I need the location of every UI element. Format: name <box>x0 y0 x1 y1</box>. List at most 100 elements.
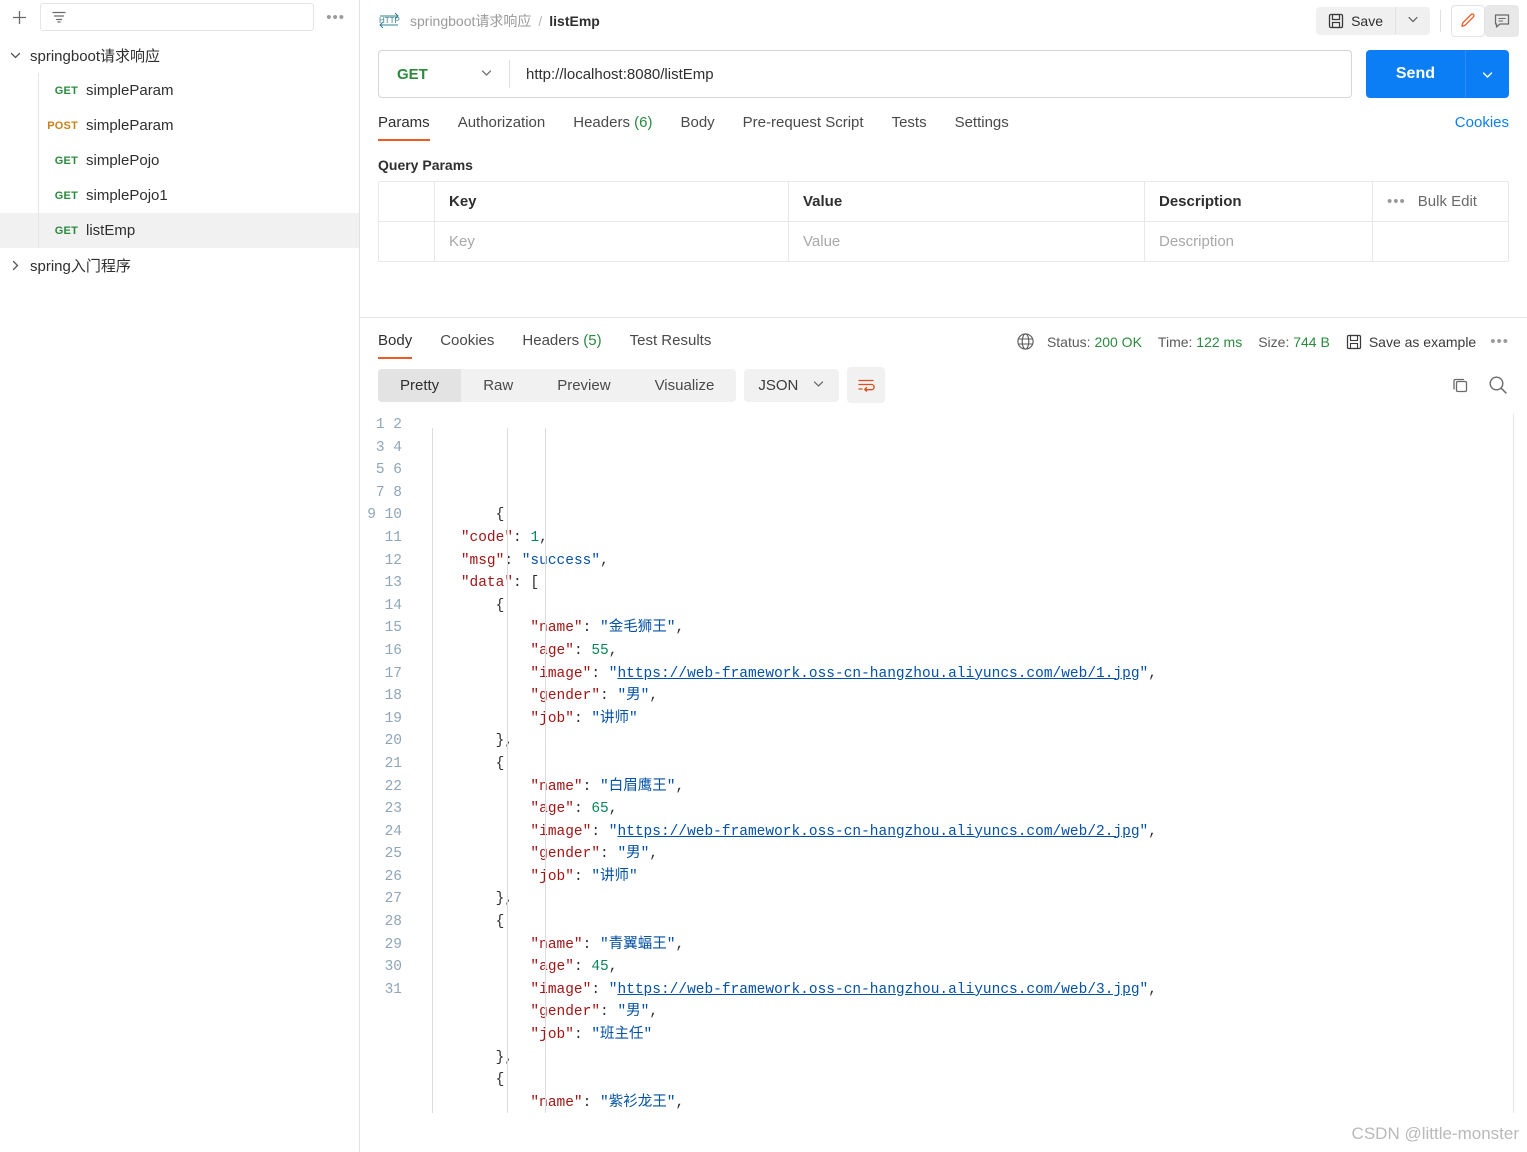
tab-label: Params <box>378 114 430 131</box>
view-mode-preview[interactable]: Preview <box>535 369 632 402</box>
save-as-example-button[interactable]: Save as example <box>1346 334 1476 350</box>
save-label: Save <box>1351 12 1383 29</box>
chevron-right-icon <box>0 260 30 271</box>
cookies-link[interactable]: Cookies <box>1455 114 1509 141</box>
tree-folder-springboot[interactable]: springboot请求响应 <box>0 38 359 73</box>
response-tab-test-results[interactable]: Test Results <box>616 332 726 359</box>
tree-folder-spring[interactable]: spring入门程序 <box>0 248 359 283</box>
response-format-select[interactable]: JSON <box>744 368 840 402</box>
breadcrumb-separator: / <box>538 12 543 29</box>
http-method-select[interactable]: GET <box>379 66 509 83</box>
tab-tests[interactable]: Tests <box>878 114 941 141</box>
breadcrumb-parent[interactable]: springboot请求响应 <box>410 11 531 31</box>
tree-folder-label: spring入门程序 <box>30 258 131 275</box>
save-button[interactable]: Save <box>1316 7 1395 35</box>
url-input[interactable] <box>510 65 1351 83</box>
sidebar-item-simpleparam-post[interactable]: POST simpleParam <box>0 108 359 143</box>
tab-pre-request-script[interactable]: Pre-request Script <box>729 114 878 141</box>
floppy-disk-icon <box>1328 13 1344 28</box>
row-checkbox-cell[interactable] <box>379 222 435 261</box>
view-mode-visualize[interactable]: Visualize <box>633 369 737 402</box>
query-params-table: Key Value Description ••• Bulk Edit Key … <box>378 181 1509 262</box>
save-group: Save <box>1316 6 1430 35</box>
search-icon <box>1489 376 1507 394</box>
tab-count: (6) <box>634 114 653 131</box>
globe-icon <box>1016 332 1035 351</box>
save-as-example-label: Save as example <box>1368 333 1477 350</box>
send-group: Send <box>1365 50 1509 98</box>
request-name: simplePojo1 <box>86 187 168 204</box>
request-name: simplePojo <box>86 152 160 169</box>
edit-request-button[interactable] <box>1451 4 1485 37</box>
filter-icon <box>52 11 66 23</box>
request-header: HTTP springboot请求响应 / listEmp Save <box>360 0 1527 42</box>
breadcrumb-current: listEmp <box>549 12 600 29</box>
view-mode-raw[interactable]: Raw <box>461 369 535 402</box>
tab-authorization[interactable]: Authorization <box>444 114 560 141</box>
table-more-button[interactable]: ••• <box>1387 193 1406 210</box>
copy-icon <box>1453 378 1468 392</box>
request-method-badge: GET <box>54 154 78 167</box>
sidebar-item-listemp[interactable]: GET listEmp <box>0 213 359 248</box>
sidebar-item-simpleparam-get[interactable]: GET simpleParam <box>0 73 359 108</box>
sidebar-more-button[interactable]: ••• <box>322 10 349 25</box>
request-method-badge: POST <box>47 119 78 132</box>
main-panel: HTTP springboot请求响应 / listEmp Save GET h… <box>360 0 1527 1152</box>
url-bar: GET <box>378 50 1352 98</box>
param-description-input[interactable]: Description <box>1145 222 1373 261</box>
request-name: simpleParam <box>86 82 174 99</box>
request-tabs: Params Authorization Headers (6) Body Pr… <box>360 98 1527 141</box>
add-new-button[interactable] <box>6 4 32 30</box>
vertical-scrollbar[interactable] <box>1513 414 1527 1113</box>
size-badge: Size: 744 B <box>1258 334 1330 350</box>
tab-label: Body <box>378 332 413 349</box>
copy-button[interactable] <box>1450 375 1471 396</box>
chevron-down-icon <box>1408 16 1418 23</box>
word-wrap-button[interactable] <box>847 367 886 403</box>
response-tab-headers[interactable]: Headers (5) <box>508 332 615 359</box>
sidebar-item-simplepojo1[interactable]: GET simplePojo1 <box>0 178 359 213</box>
status-badge: Status: 200 OK <box>1047 334 1142 350</box>
send-button[interactable]: Send <box>1365 50 1465 98</box>
status-label: Status: <box>1046 333 1091 350</box>
sidebar-item-simplepojo[interactable]: GET simplePojo <box>0 143 359 178</box>
search-button[interactable] <box>1487 374 1509 396</box>
table-row[interactable]: Key Value Description <box>379 222 1508 261</box>
response-more-button[interactable]: ••• <box>1490 333 1509 350</box>
send-options-button[interactable] <box>1465 50 1509 98</box>
status-value: 200 OK <box>1094 333 1142 350</box>
tab-label: Test Results <box>629 332 712 349</box>
tab-label: Pre-request Script <box>742 114 864 131</box>
size-label: Size: <box>1258 333 1290 350</box>
select-all-cell[interactable] <box>379 182 435 221</box>
response-toolbar-right <box>1450 374 1509 396</box>
query-params-title: Query Params <box>378 157 473 173</box>
header-divider <box>1440 9 1441 32</box>
tab-body[interactable]: Body <box>666 114 728 141</box>
save-options-button[interactable] <box>1395 7 1430 34</box>
tab-headers[interactable]: Headers (6) <box>559 114 666 141</box>
time-value: 122 ms <box>1196 333 1243 350</box>
size-value: 744 B <box>1293 333 1330 350</box>
http-icon: HTTP <box>378 11 400 31</box>
tab-count: (5) <box>583 332 602 349</box>
param-key-input[interactable]: Key <box>435 222 789 261</box>
response-body-viewer[interactable]: 1 2 3 4 5 6 7 8 9 10 11 12 13 14 15 16 1… <box>360 413 1527 1113</box>
response-tab-cookies[interactable]: Cookies <box>426 332 508 359</box>
sidebar-filter-box[interactable] <box>40 3 315 31</box>
collection-tree: springboot请求响应 GET simpleParam POST simp… <box>0 34 359 283</box>
response-view-modes: Pretty Raw Preview Visualize <box>378 368 737 402</box>
param-value-input[interactable]: Value <box>789 222 1145 261</box>
tab-label: Cookies <box>440 332 495 349</box>
time-badge: Time: 122 ms <box>1158 334 1242 350</box>
bulk-edit-button[interactable]: Bulk Edit <box>1418 193 1477 210</box>
tab-label: Headers <box>522 332 580 349</box>
tab-params[interactable]: Params <box>378 114 444 141</box>
chevron-down-icon <box>1482 71 1493 78</box>
response-tab-body[interactable]: Body <box>378 332 426 359</box>
response-format-value: JSON <box>758 376 799 394</box>
view-mode-pretty[interactable]: Pretty <box>378 368 462 402</box>
tab-settings[interactable]: Settings <box>941 114 1023 141</box>
comment-button[interactable] <box>1485 4 1519 37</box>
column-header-key: Key <box>435 182 789 221</box>
